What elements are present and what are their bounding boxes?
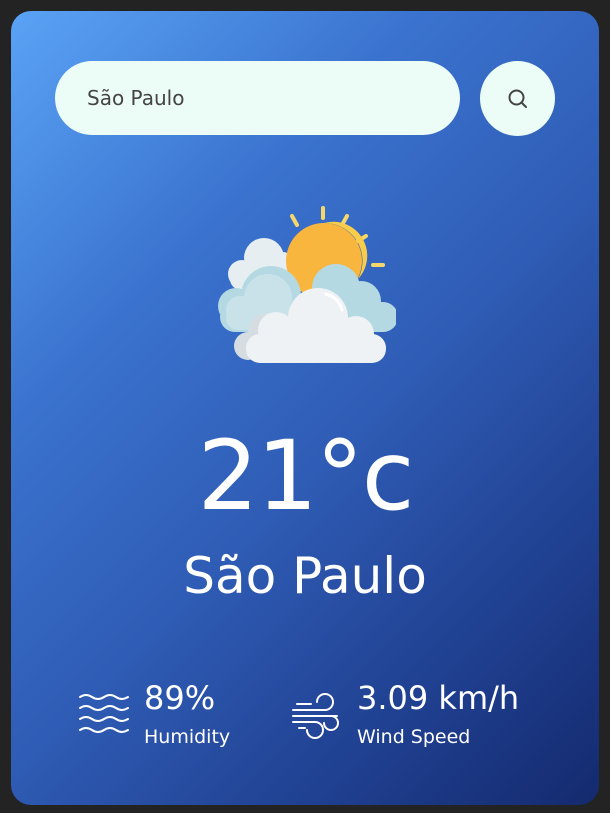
- weather-card: 21°c São Paulo 89% Humidity: [11, 11, 599, 805]
- search-icon: [508, 89, 527, 108]
- humidity-detail: 89% Humidity: [78, 678, 230, 750]
- waves-icon: [79, 694, 129, 733]
- wind-detail: 3.09 km/h Wind Speed: [291, 678, 519, 750]
- wind-speed-label: Wind Speed: [357, 726, 471, 748]
- humidity-label: Humidity: [144, 726, 231, 748]
- humidity-value: 89%: [144, 679, 216, 717]
- city-name: São Paulo: [183, 547, 427, 605]
- wind-icon: [292, 693, 339, 739]
- wind-speed-value: 3.09 km/h: [357, 679, 520, 717]
- search-button[interactable]: [480, 61, 555, 136]
- temperature: 21°c: [197, 420, 415, 532]
- partly-cloudy-sun-icon: [218, 206, 396, 363]
- search-input[interactable]: [55, 61, 460, 135]
